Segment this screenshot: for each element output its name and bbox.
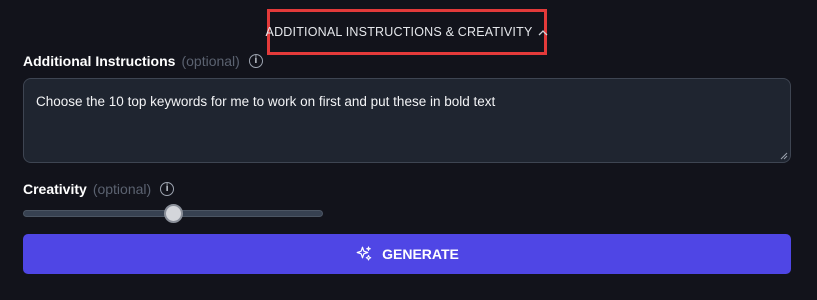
instructions-label-row: Additional Instructions (optional) i: [23, 53, 263, 69]
creativity-slider[interactable]: [23, 204, 323, 223]
resize-handle-icon[interactable]: [780, 152, 788, 160]
sparkles-icon: [356, 246, 372, 261]
options-panel: ADDITIONAL INSTRUCTIONS & CREATIVITY Add…: [0, 0, 817, 300]
creativity-optional-text: (optional): [92, 181, 152, 197]
additional-instructions-textarea[interactable]: Choose the 10 top keywords for me to wor…: [23, 78, 791, 163]
chevron-up-icon: [539, 29, 548, 35]
creativity-label: Creativity: [23, 181, 87, 197]
creativity-label-row: Creativity (optional) i: [23, 181, 175, 197]
info-icon[interactable]: i: [160, 182, 175, 196]
info-icon[interactable]: i: [248, 54, 263, 68]
textarea-value: Choose the 10 top keywords for me to wor…: [36, 94, 496, 109]
instructions-optional-text: (optional): [181, 53, 240, 69]
generate-label: GENERATE: [382, 246, 459, 262]
slider-thumb[interactable]: [163, 204, 183, 223]
instructions-label: Additional Instructions: [23, 53, 176, 69]
toggle-label: ADDITIONAL INSTRUCTIONS & CREATIVITY: [265, 25, 533, 39]
highlight-box: ADDITIONAL INSTRUCTIONS & CREATIVITY: [266, 9, 549, 55]
additional-instructions-toggle[interactable]: ADDITIONAL INSTRUCTIONS & CREATIVITY: [266, 25, 549, 39]
generate-button[interactable]: GENERATE: [23, 234, 791, 274]
